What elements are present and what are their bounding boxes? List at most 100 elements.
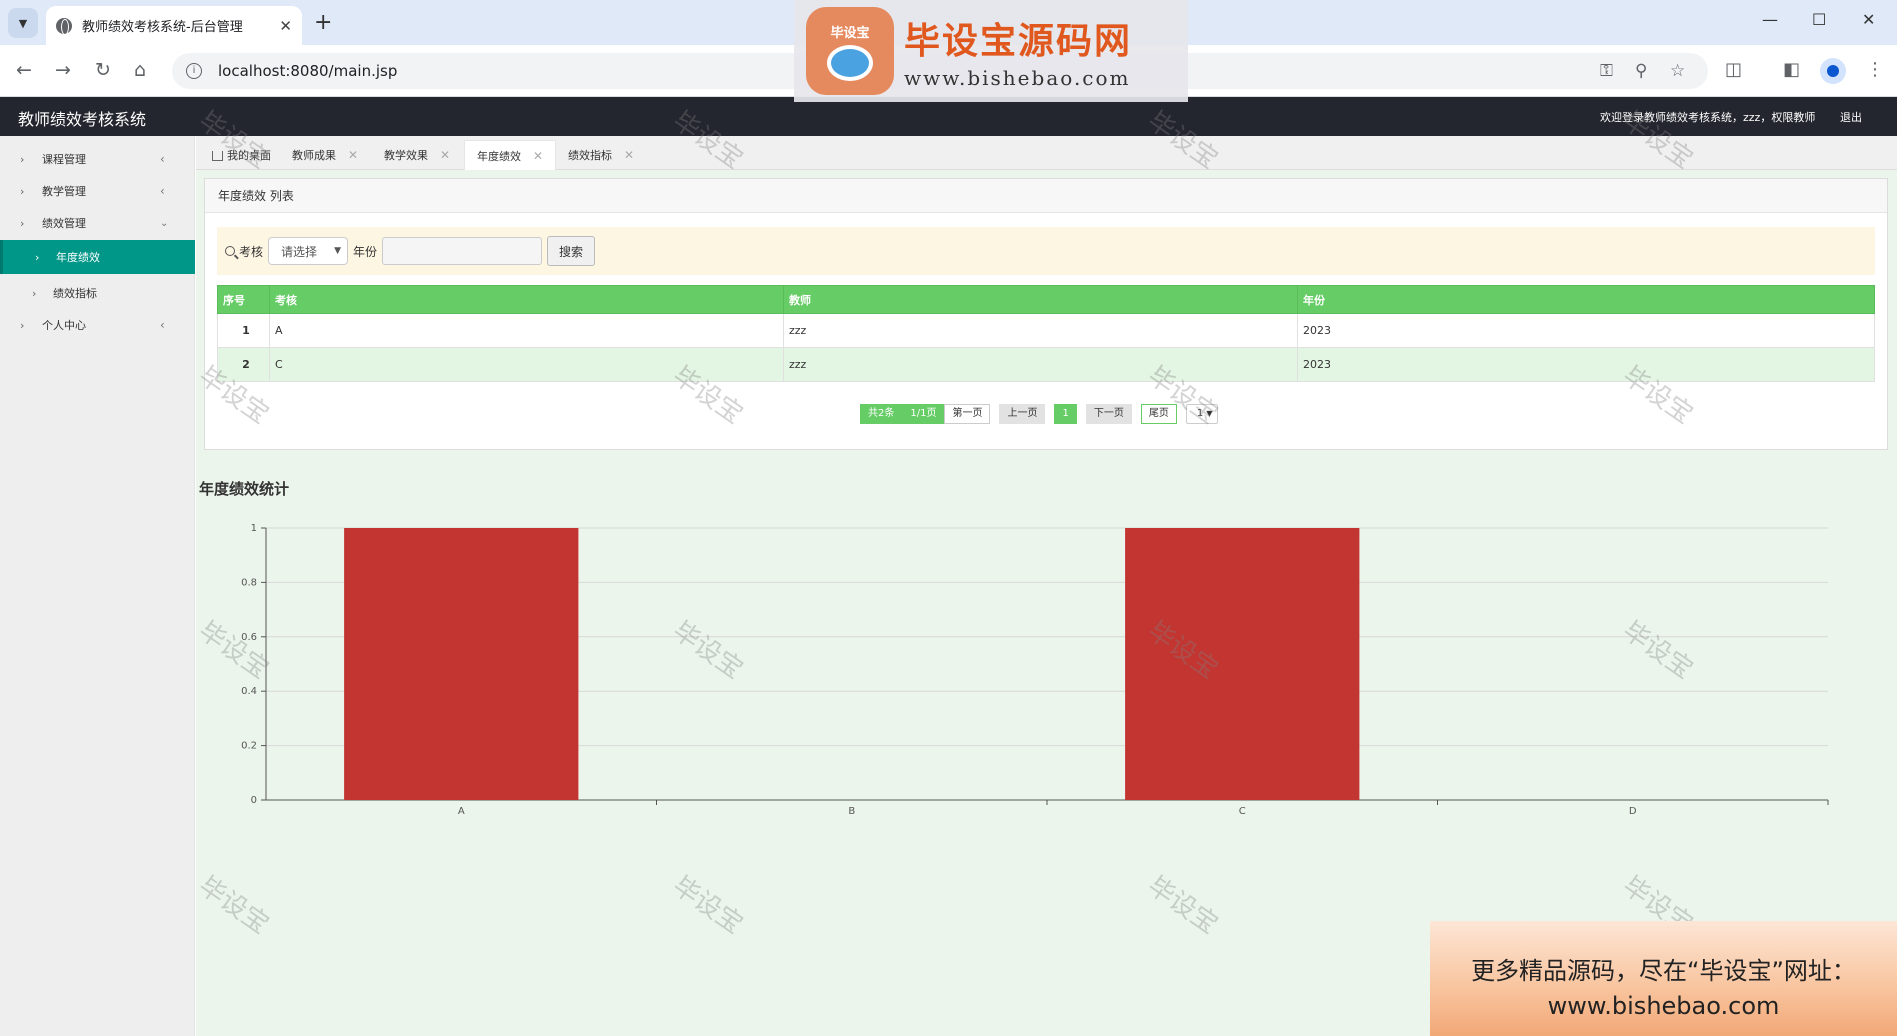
chart-title: 年度绩效统计 [199,480,290,498]
pager-next-button[interactable]: 下一页 [1085,404,1132,424]
new-tab-icon[interactable]: + [314,10,332,35]
close-tab-icon[interactable]: ✕ [279,17,292,35]
logo-badge: 毕设宝 [806,7,894,95]
minimize-icon[interactable]: — [1762,10,1778,29]
pager-last-button[interactable]: 尾页 [1140,404,1177,424]
side-panel-icon[interactable]: ◧ [1783,59,1800,80]
annual-performance-chart: 0 0.2 0.4 0.6 0.8 1 A B C D [241,523,1829,817]
pager-current-page[interactable]: 1 [1054,404,1077,424]
sidebar-item-label: 教学管理 [42,185,86,198]
table-row[interactable]: 1 A zzz 2023 [217,313,1875,348]
logo-name: 毕设宝源码网 [904,21,1133,62]
sidebar-item-label: 绩效指标 [53,287,97,300]
tab-annual-performance[interactable]: 年度绩效 ✕ [464,140,557,170]
tab-desktop[interactable]: 我的桌面 [200,140,283,170]
cell-year: 2023 [1297,347,1875,382]
chevron-down-icon: ▼ [334,246,342,256]
tab-search-button[interactable]: ▼ [8,8,38,38]
globe-icon [56,17,72,35]
table-row[interactable]: 2 C zzz 2023 [217,347,1875,382]
tab-label: 绩效指标 [568,149,612,162]
x-tick-label: A [458,806,465,817]
search-bar: 考核 请选择 ▼ 年份 搜索 [217,227,1875,275]
reload-icon[interactable]: ↻ [95,59,111,81]
sidebar-item-course[interactable]: › 课程管理 ‹ [0,144,195,174]
chevron-right-icon: › [20,152,25,166]
sidebar-item-label: 课程管理 [42,153,86,166]
search-icon [225,246,235,256]
pager-prev-button[interactable]: 上一页 [999,404,1046,424]
cell-year: 2023 [1297,313,1875,348]
maximize-icon[interactable]: ☐ [1812,10,1826,29]
cell-kaohe: A [269,313,784,348]
logo-text: 毕设宝源码网 www.bishebao.com [904,12,1132,90]
year-label: 年份 [353,244,378,259]
sidebar: › 课程管理 ‹ › 教学管理 ‹ › 绩效管理 ⌄ › 年度绩效 › 绩效指标… [0,136,195,1036]
pager-jump-select[interactable]: 1 ▼ [1185,404,1218,424]
tab-teaching-effect[interactable]: 教学效果 ✕ [372,140,462,170]
app-title: 教师绩效考核系统 [18,110,147,129]
year-input[interactable] [382,237,543,265]
chevron-left-icon: ‹ [160,152,165,166]
promo-banner: 更多精品源码，尽在“毕设宝”网址： www.bishebao.com [1430,921,1897,1036]
sidebar-item-annual-performance[interactable]: › 年度绩效 [0,240,195,274]
bar-c [1125,528,1360,800]
y-tick-label: 0 [251,795,257,806]
kaohe-select[interactable]: 请选择 ▼ [268,237,349,265]
chevron-right-icon: › [32,286,37,300]
mascot-icon [827,44,873,81]
home-icon [212,151,223,161]
cell-index: 1 [217,313,270,348]
key-icon[interactable]: ⚿ [1600,61,1613,81]
profile-icon [1827,65,1839,77]
app-header: 教师绩效考核系统 欢迎登录教师绩效考核系统，zzz，权限教师 退出 [0,97,1897,136]
col-year: 年份 [1297,285,1875,314]
tab-label: 我的桌面 [227,149,271,162]
menu-dots-icon[interactable]: ⋮ [1866,59,1884,80]
url-text: localhost:8080/main.jsp [218,62,398,80]
kaohe-label: 考核 [239,244,264,259]
pager-first-button[interactable]: 第一页 [944,404,991,424]
jump-value: 1 [1196,408,1204,419]
chevron-right-icon: › [20,318,25,332]
promo-line2: www.bishebao.com [1547,992,1780,1020]
close-icon[interactable]: ✕ [624,148,634,162]
logout-link[interactable]: 退出 [1840,109,1862,125]
forward-icon[interactable]: → [55,59,71,81]
welcome-text: 欢迎登录教师绩效考核系统，zzz，权限教师 [1600,111,1816,124]
site-info-icon[interactable]: i [186,63,202,79]
list-panel: 年度绩效 列表 考核 请选择 ▼ 年份 搜索 序号 考核 教师 年份 1 A z… [204,178,1888,450]
logo-url: www.bishebao.com [904,66,1131,90]
extensions-icon[interactable]: ◫ [1725,59,1742,80]
sidebar-item-teaching[interactable]: › 教学管理 ‹ [0,176,195,206]
sidebar-item-label: 个人中心 [42,319,86,332]
x-tick-label: B [848,806,855,817]
tab-teacher-achievement[interactable]: 教师成果 ✕ [280,140,370,170]
close-icon[interactable]: ✕ [348,148,358,162]
col-kaohe: 考核 [269,285,784,314]
x-tick-label: C [1239,806,1246,817]
bookmark-star-icon[interactable]: ☆ [1670,61,1685,81]
panel-title: 年度绩效 列表 [205,179,1887,213]
sidebar-item-personal-center[interactable]: › 个人中心 ‹ [0,310,195,340]
browser-tab[interactable]: 教师绩效考核系统-后台管理 ✕ [46,6,302,45]
browser-tab-title: 教师绩效考核系统-后台管理 [82,20,243,35]
home-icon[interactable]: ⌂ [134,59,146,81]
zoom-icon[interactable]: ⚲ [1635,61,1647,81]
sidebar-item-performance-index[interactable]: › 绩效指标 [0,278,195,308]
y-tick-label: 0.6 [241,632,257,643]
tab-performance-index[interactable]: 绩效指标 ✕ [556,140,646,170]
y-tick-label: 0.8 [241,577,257,588]
pager-total: 共2条 [860,404,903,424]
search-button[interactable]: 搜索 [547,236,596,266]
cell-index: 2 [217,347,270,382]
close-icon[interactable]: ✕ [440,148,450,162]
close-icon[interactable]: ✕ [533,149,543,163]
close-window-icon[interactable]: ✕ [1862,10,1875,29]
profile-avatar[interactable] [1820,58,1846,84]
chevron-right-icon: › [35,250,40,264]
back-icon[interactable]: ← [16,59,32,81]
sidebar-item-performance[interactable]: › 绩效管理 ⌄ [0,208,195,238]
pagination: 共2条 1/1页 第一页 上一页 1 下一页 尾页 1 ▼ [860,404,1218,424]
tab-label: 教师成果 [292,149,336,162]
